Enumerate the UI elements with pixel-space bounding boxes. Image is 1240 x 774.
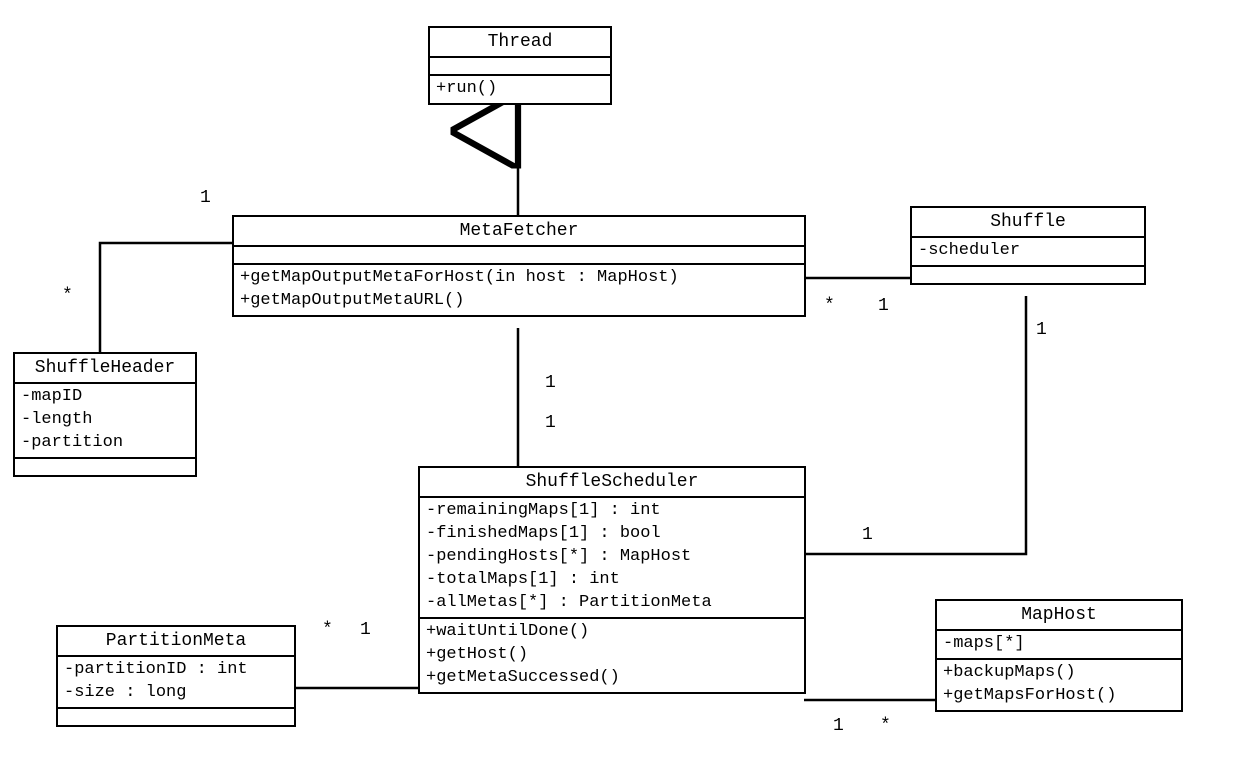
op: +run() <box>436 78 604 101</box>
op: +getMapOutputMetaForHost(in host : MapHo… <box>240 267 798 290</box>
op: +getHost() <box>426 644 798 667</box>
op: +waitUntilDone() <box>426 621 798 644</box>
attr: -length <box>21 409 189 432</box>
class-shuffleheader-ops <box>15 459 195 475</box>
class-partitionmeta: PartitionMeta -partitionID : int -size :… <box>56 625 296 727</box>
class-thread-ops: +run() <box>430 76 610 103</box>
class-metafetcher-name: MetaFetcher <box>234 217 804 247</box>
class-partitionmeta-attrs: -partitionID : int -size : long <box>58 657 294 709</box>
class-thread-attrs <box>430 58 610 76</box>
class-shufflescheduler-ops: +waitUntilDone() +getHost() +getMetaSucc… <box>420 619 804 692</box>
mult-label: 1 <box>833 716 844 736</box>
mult-label: * <box>880 716 891 736</box>
op: +backupMaps() <box>943 662 1175 685</box>
class-shuffle-attrs: -scheduler <box>912 238 1144 267</box>
mult-label: 1 <box>1036 320 1047 340</box>
class-thread-name: Thread <box>430 28 610 58</box>
mult-label: 1 <box>200 188 211 208</box>
class-maphost-attrs: -maps[*] <box>937 631 1181 660</box>
class-thread: Thread +run() <box>428 26 612 105</box>
class-metafetcher-attrs <box>234 247 804 265</box>
attr: -partitionID : int <box>64 659 288 682</box>
mult-label: 1 <box>545 373 556 393</box>
attr: -allMetas[*] : PartitionMeta <box>426 592 798 615</box>
op: +getMapsForHost() <box>943 685 1175 708</box>
attr: -mapID <box>21 386 189 409</box>
attr: -scheduler <box>918 240 1138 263</box>
class-maphost: MapHost -maps[*] +backupMaps() +getMapsF… <box>935 599 1183 712</box>
class-partitionmeta-name: PartitionMeta <box>58 627 294 657</box>
class-shuffleheader-attrs: -mapID -length -partition <box>15 384 195 459</box>
attr: -remainingMaps[1] : int <box>426 500 798 523</box>
class-shufflescheduler: ShuffleScheduler -remainingMaps[1] : int… <box>418 466 806 694</box>
attr: -partition <box>21 432 189 455</box>
op: +getMetaSuccessed() <box>426 667 798 690</box>
class-metafetcher-ops: +getMapOutputMetaForHost(in host : MapHo… <box>234 265 804 315</box>
mult-label: 1 <box>545 413 556 433</box>
class-shuffle: Shuffle -scheduler <box>910 206 1146 285</box>
mult-label: * <box>62 286 73 306</box>
attr: -totalMaps[1] : int <box>426 569 798 592</box>
op: +getMapOutputMetaURL() <box>240 290 798 313</box>
attr: -pendingHosts[*] : MapHost <box>426 546 798 569</box>
class-partitionmeta-ops <box>58 709 294 725</box>
class-shuffle-ops <box>912 267 1144 283</box>
mult-label: * <box>322 620 333 640</box>
class-shuffleheader: ShuffleHeader -mapID -length -partition <box>13 352 197 477</box>
class-metafetcher: MetaFetcher +getMapOutputMetaForHost(in … <box>232 215 806 317</box>
class-shuffleheader-name: ShuffleHeader <box>15 354 195 384</box>
mult-label: 1 <box>360 620 371 640</box>
class-maphost-ops: +backupMaps() +getMapsForHost() <box>937 660 1181 710</box>
attr: -maps[*] <box>943 633 1175 656</box>
class-shufflescheduler-attrs: -remainingMaps[1] : int -finishedMaps[1]… <box>420 498 804 619</box>
attr: -finishedMaps[1] : bool <box>426 523 798 546</box>
mult-label: * <box>824 296 835 316</box>
class-shufflescheduler-name: ShuffleScheduler <box>420 468 804 498</box>
class-shuffle-name: Shuffle <box>912 208 1144 238</box>
class-maphost-name: MapHost <box>937 601 1181 631</box>
mult-label: 1 <box>878 296 889 316</box>
mult-label: 1 <box>862 525 873 545</box>
attr: -size : long <box>64 682 288 705</box>
